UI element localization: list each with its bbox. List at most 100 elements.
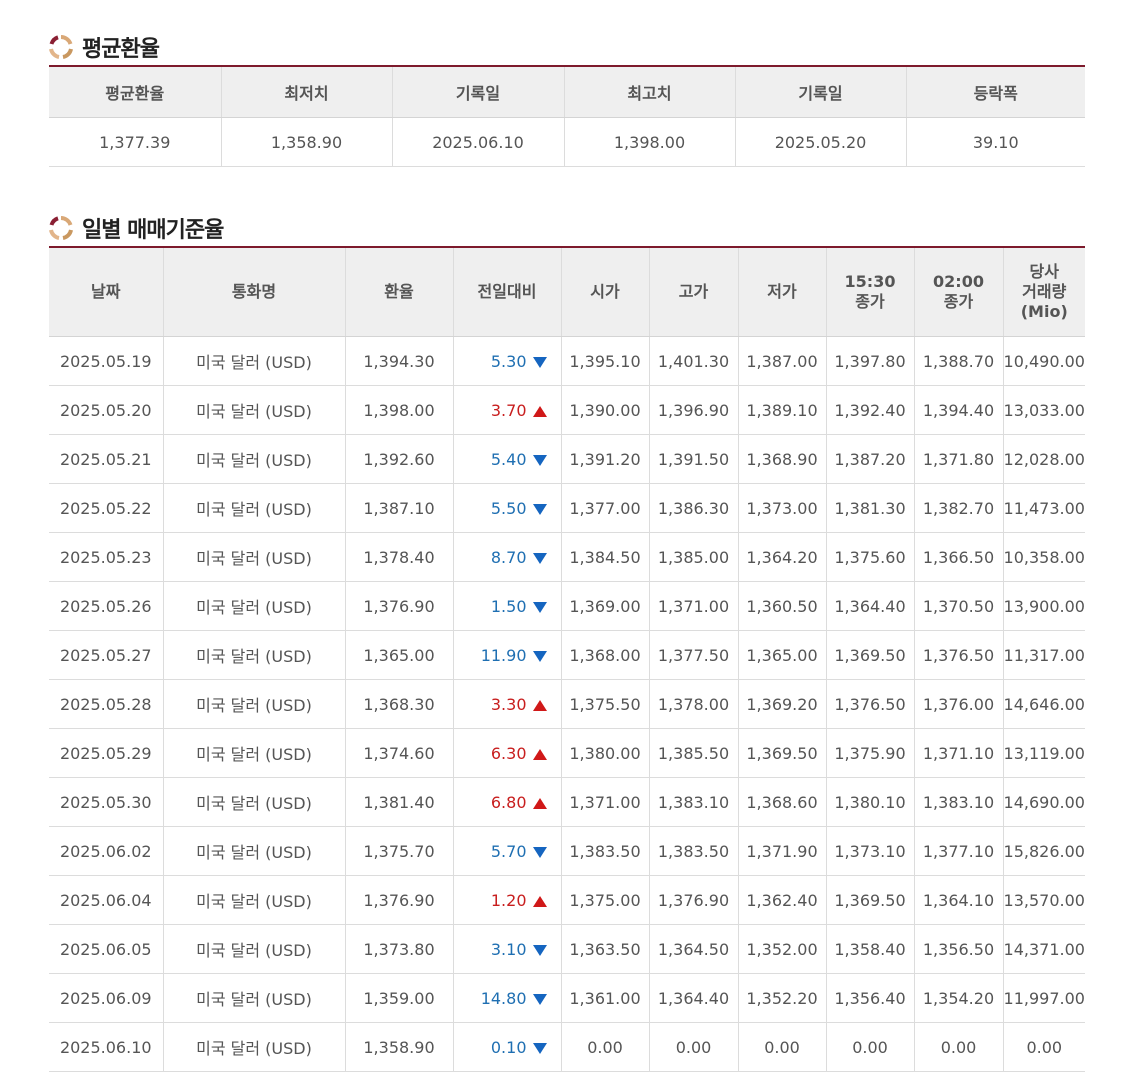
change-cell: 3.70 — [452, 385, 561, 435]
rate-cell: 1,358.90 — [344, 1022, 453, 1072]
close1530-cell: 1,369.50 — [825, 630, 914, 680]
rate-cell: 1,368.30 — [344, 679, 453, 729]
daily-rate-table: 날짜 통화명 환율 전일대비 시가 고가 저가 15:30 종가 02:00 종가 당사 거래량 (Mio… — [49, 246, 1085, 1072]
volume-cell: 14,690.00 — [1002, 777, 1085, 827]
currency-cell: 미국 달러 (USD) — [162, 581, 345, 631]
open-cell: 1,380.00 — [560, 728, 649, 778]
change-value: 5.30 — [490, 351, 527, 371]
daily-header-label: 02:00 — [933, 272, 984, 291]
currency-cell: 미국 달러 (USD) — [162, 679, 345, 729]
close1530-cell: 1,387.20 — [825, 434, 914, 484]
daily-header-label: 종가 — [855, 292, 885, 311]
low-cell: 1,365.00 — [737, 630, 826, 680]
down-triangle-icon — [532, 356, 547, 368]
low-cell: 1,352.20 — [737, 973, 826, 1023]
date-cell: 2025.06.05 — [49, 924, 163, 974]
daily-header-cell: 날짜 — [49, 247, 163, 337]
daily-header-label: 시가 — [590, 282, 620, 301]
currency-cell: 미국 달러 (USD) — [162, 728, 345, 778]
close0200-cell: 1,356.50 — [913, 924, 1003, 974]
currency-cell: 미국 달러 (USD) — [162, 875, 345, 925]
open-cell: 1,371.00 — [560, 777, 649, 827]
low-cell: 1,352.00 — [737, 924, 826, 974]
date-cell: 2025.05.23 — [49, 532, 163, 582]
change-cell: 5.50 — [452, 483, 561, 533]
volume-cell: 13,570.00 — [1002, 875, 1085, 925]
average-value-row: 1,377.39 1,358.90 2025.06.10 1,398.00 20… — [49, 117, 1085, 167]
average-value-cell: 39.10 — [905, 117, 1085, 167]
daily-header-label: 저가 — [767, 282, 797, 301]
change-cell: 8.70 — [452, 532, 561, 582]
up-triangle-icon — [532, 797, 547, 809]
high-cell: 1,364.40 — [648, 973, 738, 1023]
volume-cell: 13,033.00 — [1002, 385, 1085, 435]
daily-header-label: 종가 — [943, 292, 974, 311]
close0200-cell: 1,376.50 — [913, 630, 1003, 680]
currency-cell: 미국 달러 (USD) — [162, 826, 345, 876]
date-cell: 2025.05.27 — [49, 630, 163, 680]
change-value: 6.30 — [490, 743, 527, 763]
date-cell: 2025.06.02 — [49, 826, 163, 876]
brand-ring-icon — [49, 35, 73, 59]
table-row: 2025.05.23 미국 달러 (USD) 1,378.40 8.70 1,384.5… — [49, 532, 1085, 582]
daily-header-label: (Mio) — [1020, 302, 1068, 321]
rate-cell: 1,398.00 — [344, 385, 453, 435]
brand-ring-icon — [49, 216, 73, 240]
daily-header-cell: 전일대비 — [452, 247, 561, 337]
change-cell: 1.20 — [452, 875, 561, 925]
daily-header-row: 날짜 통화명 환율 전일대비 시가 고가 저가 15:30 종가 02:00 종가 당사 거래량 (Mio… — [49, 247, 1085, 337]
currency-cell: 미국 달러 (USD) — [162, 532, 345, 582]
close1530-cell: 1,369.50 — [825, 875, 914, 925]
close0200-cell: 1,394.40 — [913, 385, 1003, 435]
close0200-cell: 1,370.50 — [913, 581, 1003, 631]
open-cell: 1,368.00 — [560, 630, 649, 680]
table-row: 2025.05.29 미국 달러 (USD) 1,374.60 6.30 1,380.0… — [49, 728, 1085, 778]
change-value: 11.90 — [480, 645, 527, 665]
close0200-cell: 1,388.70 — [913, 336, 1003, 386]
down-triangle-icon — [532, 1042, 547, 1054]
date-cell: 2025.05.30 — [49, 777, 163, 827]
change-cell: 0.10 — [452, 1022, 561, 1072]
high-cell: 1,385.00 — [648, 532, 738, 582]
close1530-cell: 1,373.10 — [825, 826, 914, 876]
daily-section-heading: 일별 매매기준율 — [48, 212, 224, 244]
change-cell: 6.30 — [452, 728, 561, 778]
date-cell: 2025.05.19 — [49, 336, 163, 386]
currency-cell: 미국 달러 (USD) — [162, 385, 345, 435]
low-cell: 1,373.00 — [737, 483, 826, 533]
average-header-cell: 기록일 — [734, 66, 906, 118]
currency-cell: 미국 달러 (USD) — [162, 777, 345, 827]
change-value: 5.70 — [490, 841, 527, 861]
change-value: 3.10 — [490, 939, 527, 959]
close1530-cell: 1,392.40 — [825, 385, 914, 435]
currency-cell: 미국 달러 (USD) — [162, 434, 345, 484]
daily-header-label: 날짜 — [91, 282, 121, 301]
daily-header-cell: 15:30 종가 — [825, 247, 914, 337]
low-cell: 1,368.60 — [737, 777, 826, 827]
low-cell: 1,364.20 — [737, 532, 826, 582]
table-row: 2025.06.09 미국 달러 (USD) 1,359.00 14.80 1,361.… — [49, 973, 1085, 1023]
change-value: 5.40 — [490, 449, 527, 469]
rate-cell: 1,376.90 — [344, 875, 453, 925]
average-header-cell: 최저치 — [220, 66, 392, 118]
rate-cell: 1,375.70 — [344, 826, 453, 876]
close0200-cell: 1,364.10 — [913, 875, 1003, 925]
daily-section-title: 일별 매매기준율 — [82, 218, 224, 243]
close0200-cell: 1,366.50 — [913, 532, 1003, 582]
high-cell: 1,386.30 — [648, 483, 738, 533]
date-cell: 2025.05.21 — [49, 434, 163, 484]
average-value-cell: 1,358.90 — [220, 117, 392, 167]
date-cell: 2025.05.22 — [49, 483, 163, 533]
rate-cell: 1,374.60 — [344, 728, 453, 778]
average-value-cell: 2025.05.20 — [734, 117, 906, 167]
change-cell: 5.70 — [452, 826, 561, 876]
close1530-cell: 1,375.90 — [825, 728, 914, 778]
change-value: 8.70 — [490, 547, 527, 567]
average-value-cell: 1,398.00 — [563, 117, 735, 167]
close1530-cell: 0.00 — [825, 1022, 914, 1072]
average-rate-table: 평균환율 최저치 기록일 최고치 기록일 등락폭 1,377.39 1,358.… — [49, 65, 1085, 167]
close0200-cell: 1,382.70 — [913, 483, 1003, 533]
close1530-cell: 1,397.80 — [825, 336, 914, 386]
close0200-cell: 1,354.20 — [913, 973, 1003, 1023]
daily-header-cell: 당사 거래량 (Mio) — [1002, 247, 1085, 337]
